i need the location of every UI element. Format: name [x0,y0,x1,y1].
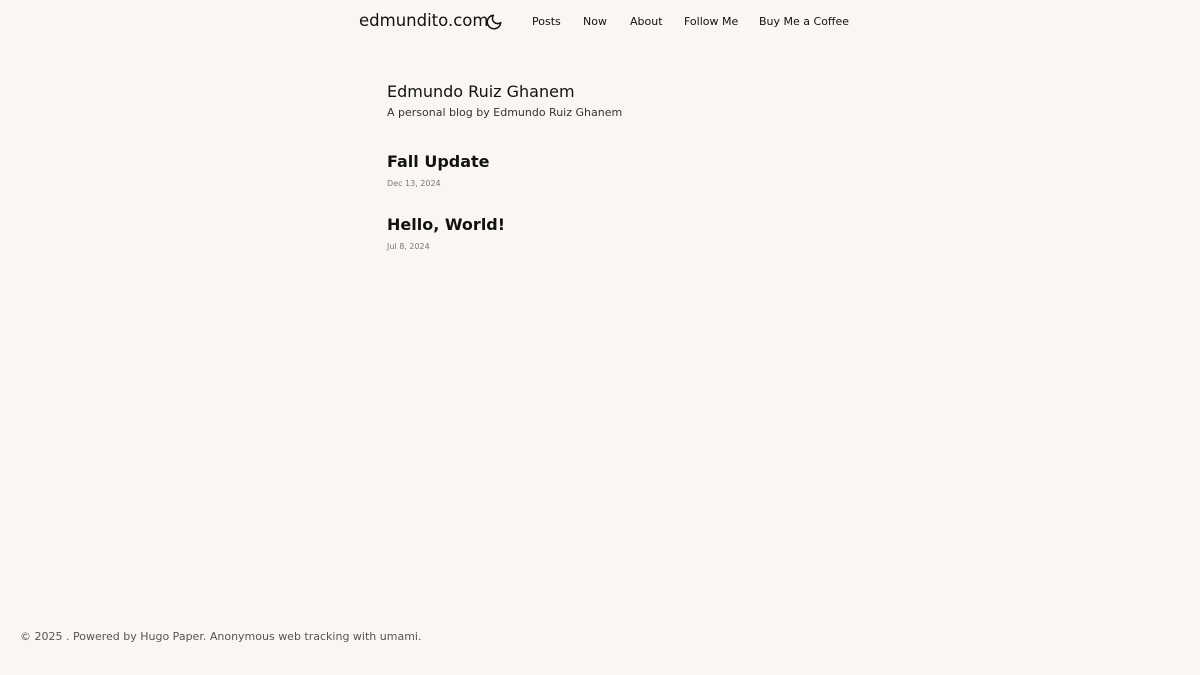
main-content: Edmundo Ruiz Ghanem A personal blog by E… [387,80,887,251]
nav-item-now[interactable]: Now [583,14,607,30]
post-date: Dec 13, 2024 [387,179,441,188]
site-header: edmundito.com Posts Now About Follow Me … [0,0,1200,44]
umami-link[interactable]: umami [380,630,418,643]
nav-item-follow-me[interactable]: Follow Me [684,14,738,30]
nav-item-posts[interactable]: Posts [532,14,561,30]
footer-copyright: © 2025 . Powered by [20,630,141,643]
post-date: Jul 8, 2024 [387,242,430,251]
author-description: A personal blog by Edmundo Ruiz Ghanem [387,106,623,119]
author-name: Edmundo Ruiz Ghanem [387,82,575,101]
post-list-item: Hello, World! Jul 8, 2024 [387,214,505,252]
hugo-paper-link[interactable]: Hugo Paper [140,630,203,643]
nav-item-buy-me-a-coffee[interactable]: Buy Me a Coffee [759,14,849,30]
nav-item-about[interactable]: About [630,14,663,30]
profile-section: Edmundo Ruiz Ghanem A personal blog by E… [387,80,887,121]
moon-icon[interactable] [485,13,503,31]
post-title-link[interactable]: Fall Update [387,151,490,173]
footer-end: . [417,630,422,643]
site-footer: © 2025 . Powered by Hugo Paper. Anonymou… [20,630,421,644]
post-title-link[interactable]: Hello, World! [387,214,505,236]
post-list-item: Fall Update Dec 13, 2024 [387,151,490,189]
footer-tracking-text: . Anonymous web tracking with [202,630,380,643]
site-title-link[interactable]: edmundito.com [359,10,488,32]
